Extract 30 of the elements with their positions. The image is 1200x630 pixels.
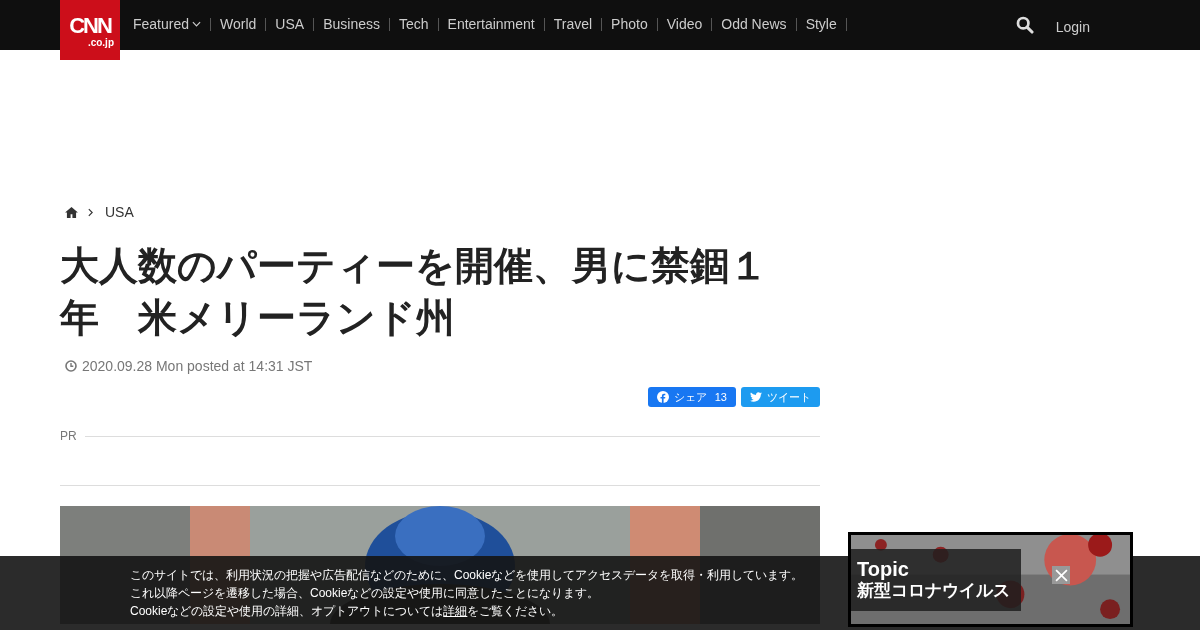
nav-link[interactable]: Business	[314, 17, 390, 31]
nav-link[interactable]: Video	[657, 17, 713, 31]
details-link[interactable]: 詳細	[443, 604, 468, 618]
login-link[interactable]: Login	[1055, 19, 1090, 35]
breadcrumb-link[interactable]: USA	[105, 204, 134, 220]
nav-link[interactable]: Featured	[124, 17, 212, 31]
close-button[interactable]	[1052, 566, 1070, 584]
nav-link[interactable]: Entertainment	[438, 17, 545, 31]
pr-label: PR	[60, 429, 77, 443]
nav-link[interactable]: Style	[796, 17, 847, 31]
topic-banner[interactable]: Topic 新型コロナウイルス	[848, 532, 1133, 627]
nav-link[interactable]: Travel	[544, 17, 603, 31]
post-date: 2020.09.28 Mon posted at 14:31 JST	[82, 358, 313, 374]
nav-link[interactable]: USA	[266, 17, 315, 31]
cookie-notice: このサイトでは、利用状況の把握や広告配信などのために、Cookieなどを使用してアクセスデータを取得・利用しています。 これ以降ページを遷移した場合、Cookieなどの設定や使用に同意したことになります。 Cookieなどの設定や使用の詳細、オプトアウトについては詳細をご覧ください。	[130, 567, 804, 620]
facebook-icon	[656, 391, 669, 403]
search-icon[interactable]	[1015, 16, 1034, 34]
bird-icon	[750, 392, 762, 402]
nav-link[interactable]: World	[211, 17, 267, 31]
nav-link[interactable]: Tech	[389, 17, 439, 31]
topic-title: 新型コロナウイルス	[857, 581, 1011, 602]
facebook-share-button[interactable]: シェア 13	[647, 387, 736, 407]
cnn-logo[interactable]: CNN .co.jp	[60, 0, 120, 60]
nav-link[interactable]: Odd News	[712, 17, 797, 31]
nav-link[interactable]: Photo	[602, 17, 658, 31]
home-icon[interactable]	[65, 206, 78, 218]
article-title: 大人数のパーティーを開催、男に禁錮１年 米メリーランド州	[60, 243, 769, 341]
clock-icon	[65, 360, 77, 372]
topic-label: Topic	[857, 558, 910, 580]
chevron-right-icon	[88, 207, 93, 217]
